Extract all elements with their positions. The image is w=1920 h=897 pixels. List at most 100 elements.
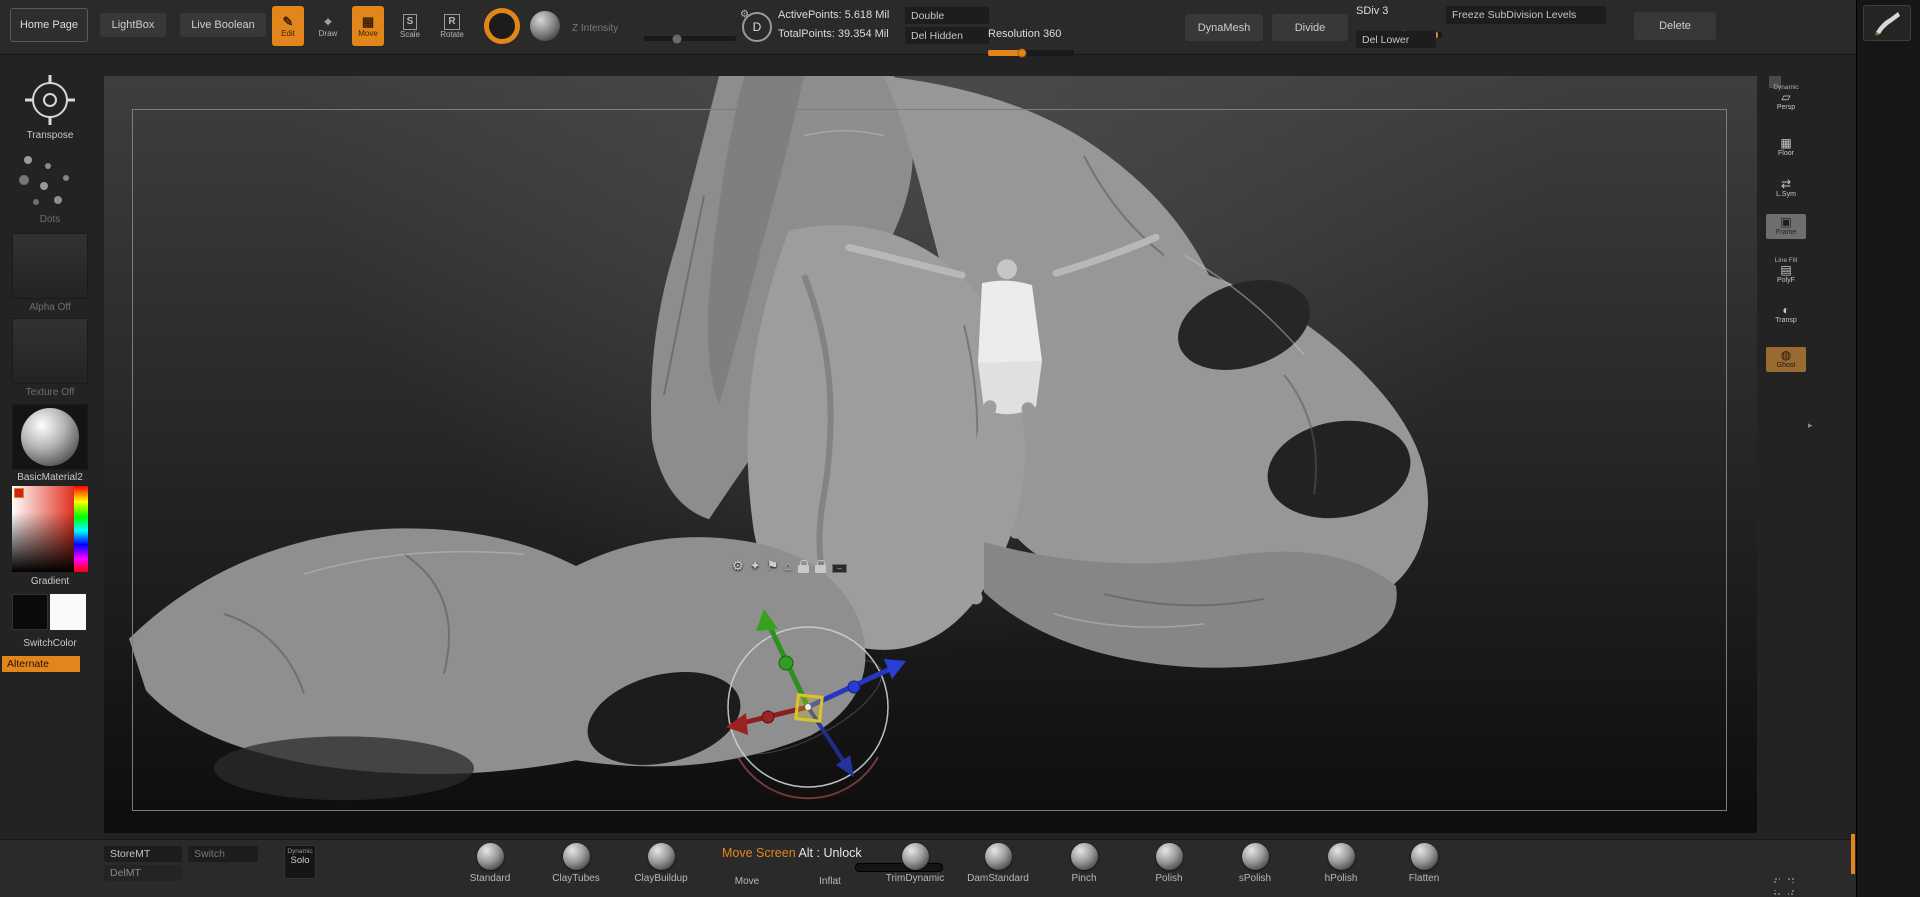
store-mt-label: StoreMT: [110, 848, 150, 860]
texture-off-swatch[interactable]: [12, 318, 88, 384]
pin-icon[interactable]: ⚑: [767, 557, 779, 575]
brush-trimdynamic[interactable]: TrimDynamic: [875, 843, 955, 884]
secondary-color-swatch[interactable]: [50, 594, 86, 630]
alpha-sphere-icon[interactable]: [530, 11, 560, 41]
brush-hpolish[interactable]: hPolish: [1301, 843, 1381, 884]
live-boolean-button[interactable]: Live Boolean: [180, 13, 266, 37]
brush-thumb-icon: [1071, 843, 1098, 870]
mesh-icon[interactable]: ✦: [750, 557, 761, 575]
frame-icon: ▣: [1766, 216, 1806, 229]
transp-button[interactable]: ◐ Transp: [1766, 304, 1806, 325]
brush-thumb-icon: [477, 843, 504, 870]
switch-button[interactable]: Switch: [188, 846, 258, 862]
ghost-button[interactable]: ◍ Ghost: [1766, 347, 1806, 372]
home-icon[interactable]: ⌂: [784, 557, 792, 575]
brush-label: Polish: [1129, 873, 1209, 884]
gear-icon[interactable]: ⚙: [732, 557, 744, 575]
delete-label: Delete: [1659, 20, 1691, 32]
alternate-button[interactable]: Alternate: [2, 656, 80, 672]
sculpture-render: [104, 76, 1757, 833]
polyf-label: PolyF: [1766, 277, 1806, 285]
lightbox-label: LightBox: [112, 19, 155, 31]
edit-tool-button[interactable]: ✎ Edit: [272, 6, 304, 46]
del-hidden-button[interactable]: Del Hidden: [905, 27, 989, 44]
sculpt-brush-tray-button[interactable]: [1863, 5, 1911, 41]
brush-spolish[interactable]: sPolish: [1215, 843, 1295, 884]
perspective-icon: ▱: [1766, 91, 1806, 104]
dots-stroke-icon[interactable]: [14, 150, 90, 214]
color-picker[interactable]: [12, 486, 88, 572]
del-lower-button[interactable]: Del Lower: [1356, 31, 1436, 48]
brush-label: Inflat: [790, 876, 870, 887]
divide-button[interactable]: Divide: [1272, 14, 1348, 41]
home-page-button[interactable]: Home Page: [10, 8, 88, 42]
top-toolbar: Home Page LightBox Live Boolean ✎ Edit ⌖…: [0, 0, 1856, 55]
alpha-off-label: Alpha Off: [0, 302, 100, 313]
brush-flatten[interactable]: Flatten: [1384, 843, 1464, 884]
draw-tool-button[interactable]: ⌖ Draw: [310, 6, 346, 46]
brush-thumb-icon: [1156, 843, 1183, 870]
brush-pinch[interactable]: Pinch: [1044, 843, 1124, 884]
brush-polish[interactable]: Polish: [1129, 843, 1209, 884]
dynamic-persp-button[interactable]: Dynamic ▱ Persp: [1766, 84, 1806, 112]
brush-damstandard[interactable]: DamStandard: [958, 843, 1038, 884]
brush-claybuildup[interactable]: ClayBuildup: [621, 843, 701, 884]
solo-button[interactable]: Dynamic Solo: [284, 845, 316, 879]
brush-label: ClayBuildup: [621, 873, 701, 884]
main-color-swatch[interactable]: [12, 594, 48, 630]
store-mt-button[interactable]: StoreMT: [104, 846, 182, 862]
scale-icon: S: [403, 14, 418, 30]
brush-label: DamStandard: [958, 873, 1038, 884]
resolution-slider[interactable]: [988, 50, 1074, 56]
active-points-value: ActivePoints: 5.618 Mil: [778, 9, 889, 21]
rotate-tool-label: Rotate: [440, 31, 464, 39]
transpose-gizmo[interactable]: [698, 597, 918, 817]
local-symmetry-button[interactable]: ⇄ L.Sym: [1766, 178, 1806, 199]
brush-label: ClayTubes: [536, 873, 616, 884]
brush-claytubes[interactable]: ClayTubes: [536, 843, 616, 884]
right-tray-panel: [1856, 0, 1920, 897]
del-hidden-label: Del Hidden: [911, 30, 963, 42]
lightbox-button[interactable]: LightBox: [100, 13, 166, 37]
transparency-icon: ◐: [1766, 304, 1806, 317]
scale-tool-label: Scale: [400, 31, 420, 39]
dynamesh-button[interactable]: DynaMesh: [1185, 14, 1263, 41]
home-page-label: Home Page: [20, 19, 78, 31]
transpose-icon[interactable]: [22, 72, 78, 128]
saturation-square[interactable]: [12, 486, 74, 572]
total-points-value: TotalPoints: 39.354 Mil: [778, 28, 889, 40]
minimize-gizmo-icon[interactable]: –: [832, 564, 847, 573]
alpha-off-swatch[interactable]: [12, 233, 88, 299]
polyframe-icon: ▤: [1766, 264, 1806, 277]
stroke-circle-icon[interactable]: [484, 8, 520, 44]
delete-button[interactable]: Delete: [1634, 12, 1716, 40]
floor-label: Floor: [1766, 150, 1806, 158]
brush-label: hPolish: [1301, 873, 1381, 884]
panel-expand-arrow[interactable]: ▸: [1808, 420, 1813, 431]
del-mt-button[interactable]: DelMT: [104, 865, 182, 881]
polyframe-button[interactable]: Line Fill ▤ PolyF: [1766, 257, 1806, 285]
double-button[interactable]: Double: [905, 7, 989, 24]
move-tool-button[interactable]: ▦ Move: [352, 6, 384, 46]
lock-mesh-icon[interactable]: [815, 565, 826, 573]
frame-button[interactable]: ▣ Frame: [1766, 214, 1806, 239]
brush-label: TrimDynamic: [875, 873, 955, 884]
viewport-canvas[interactable]: ⚙ ✦ ⚑ ⌂ –: [104, 76, 1757, 833]
rotate-tool-button[interactable]: R Rotate: [434, 6, 470, 46]
freeze-subdivision-button[interactable]: Freeze SubDivision Levels: [1446, 6, 1606, 24]
resolution-value: 360: [1043, 28, 1061, 40]
sdiv-label: SDiv: [1356, 5, 1379, 17]
lazy-mouse-d-icon[interactable]: D ⚙: [742, 12, 772, 42]
lock-icon[interactable]: [798, 565, 809, 573]
scale-tool-button[interactable]: S Scale: [392, 6, 428, 46]
action-hint-text: Move Screen Alt : Unlock: [722, 846, 862, 860]
fullscreen-toggle-icon[interactable]: [1774, 878, 1794, 895]
brush-standard[interactable]: Standard: [450, 843, 530, 884]
floor-button[interactable]: ▦ Floor: [1766, 137, 1806, 158]
brush-thumb-icon: [902, 843, 929, 870]
material-swatch[interactable]: [12, 404, 88, 470]
double-label: Double: [911, 10, 944, 22]
z-intensity-slider[interactable]: [644, 36, 736, 41]
hue-strip[interactable]: [74, 486, 88, 572]
lsym-label: L.Sym: [1766, 191, 1806, 199]
